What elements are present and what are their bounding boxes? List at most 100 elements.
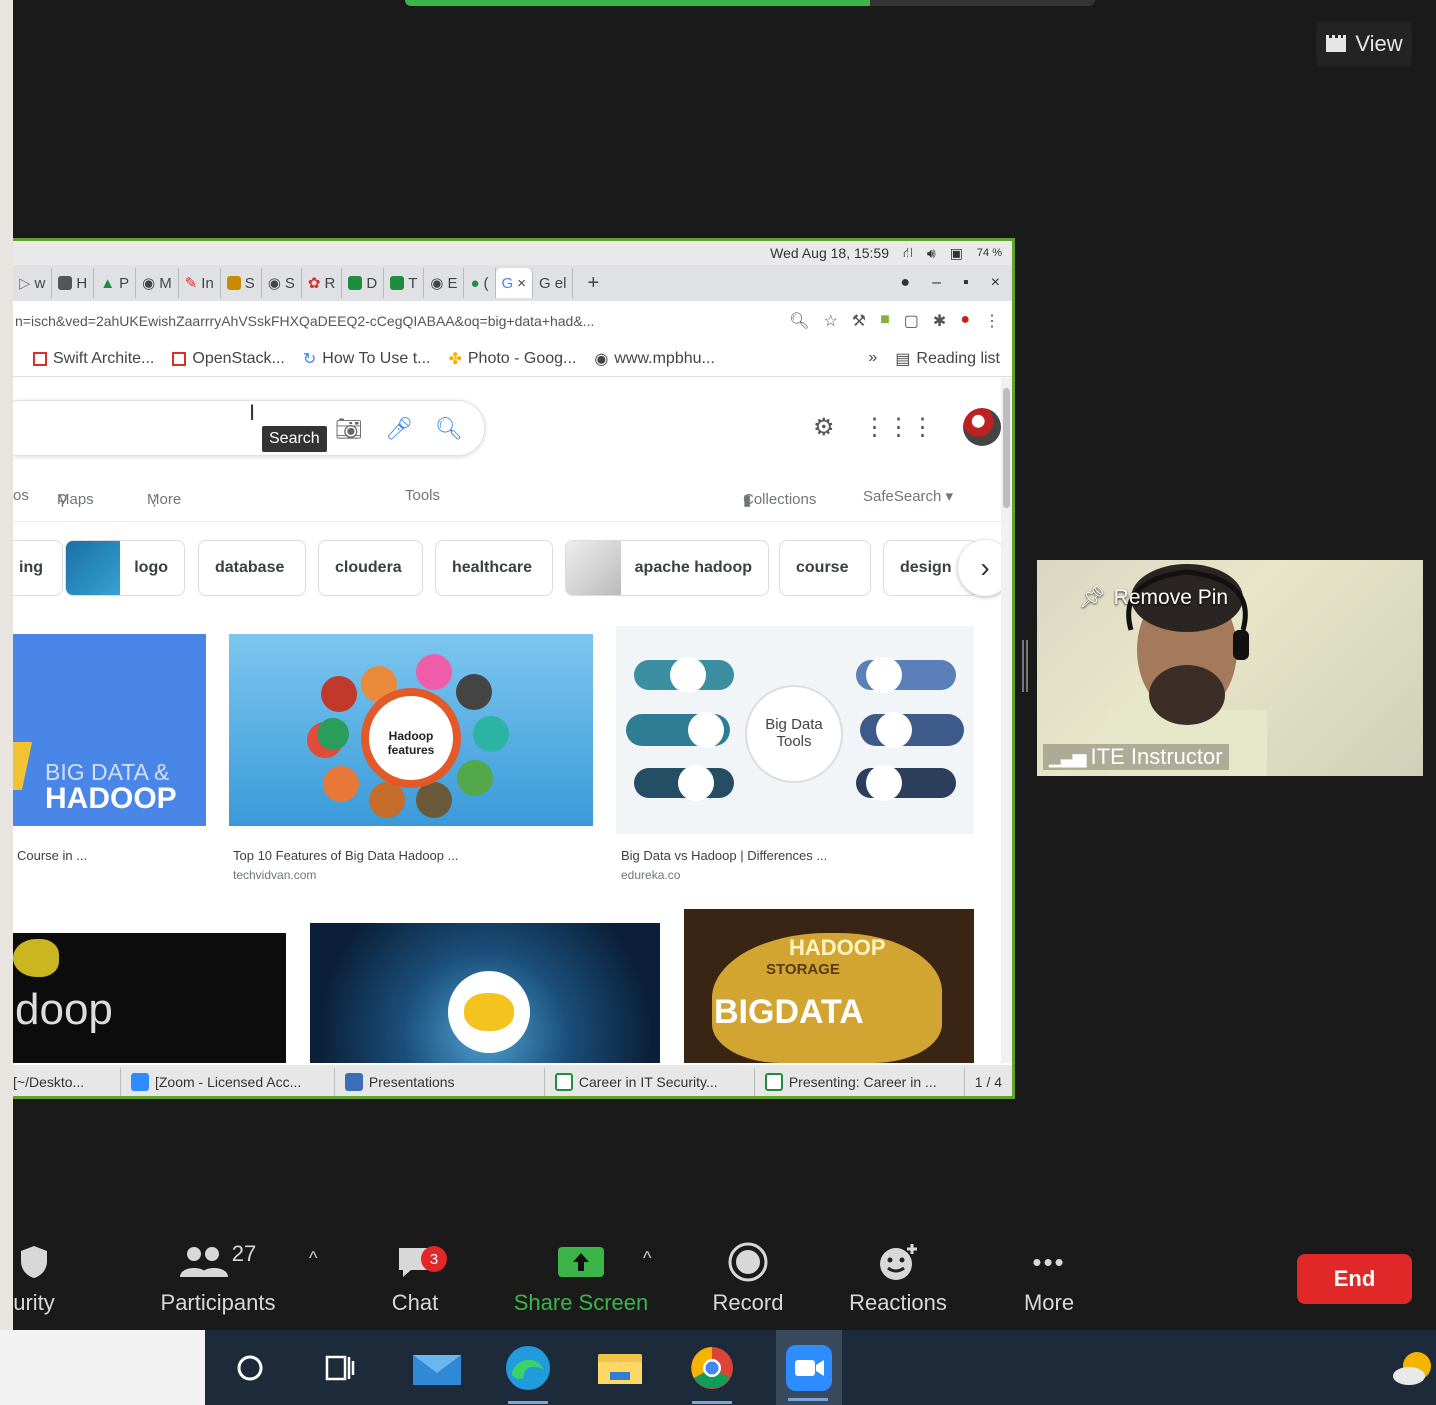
browser-tab[interactable]: T xyxy=(384,268,425,298)
minimize-icon[interactable]: – xyxy=(932,274,941,292)
result-caption[interactable]: Course in ... xyxy=(17,848,87,863)
extension-icon[interactable]: ⚒ xyxy=(852,311,866,331)
taskbar-window[interactable]: [~/Deskto... xyxy=(13,1068,121,1096)
share-caret-icon[interactable]: ^ xyxy=(643,1248,651,1269)
window-icon[interactable]: ▢ xyxy=(904,311,919,331)
chip[interactable]: apache hadoop xyxy=(565,540,769,596)
zoom-app-button[interactable] xyxy=(776,1330,842,1405)
participant-video[interactable]: 📌︎ Remove Pin ▁▃▅ ITE Instructor xyxy=(1037,560,1423,776)
edge-app-button[interactable] xyxy=(500,1342,556,1404)
chip[interactable]: logo xyxy=(65,540,185,596)
taskbar-window[interactable]: Presenting: Career in ... xyxy=(755,1068,965,1096)
browser-tab[interactable]: ◉ M xyxy=(136,268,179,298)
chip[interactable]: database xyxy=(198,540,306,596)
left-edge-strip xyxy=(0,0,13,1405)
new-tab-button[interactable]: + xyxy=(573,268,613,298)
result-image[interactable]: Hadoop features xyxy=(229,634,593,826)
nav-tools[interactable]: Tools xyxy=(405,487,440,504)
view-button[interactable]: View xyxy=(1316,22,1412,66)
chip[interactable]: ing xyxy=(13,540,63,596)
sharing-indicator-bar[interactable] xyxy=(405,0,1095,6)
participants-caret-icon[interactable]: ^ xyxy=(309,1248,317,1269)
result-caption[interactable]: Big Data vs Hadoop | Differences ... xyxy=(621,848,827,863)
bookmark-item[interactable]: Swift Archite... xyxy=(33,350,154,368)
bookmark-item[interactable]: ◉ www.mpbhu... xyxy=(594,349,714,369)
bookmarks-overflow-button[interactable]: » xyxy=(868,349,877,369)
bookmark-item[interactable]: ↻ How To Use t... xyxy=(303,349,431,369)
address-bar[interactable]: n=isch&ved=2ahUKEwishZaarrryAhVSskFHXQaD… xyxy=(13,301,1012,342)
search-icon[interactable]: 🔍︎ xyxy=(435,416,463,442)
browser-tab[interactable]: ●( xyxy=(464,268,496,298)
browser-tab[interactable]: G el xyxy=(533,268,574,298)
settings-gear-icon[interactable]: ⚙ xyxy=(813,413,835,442)
browser-tab[interactable]: ◉ E xyxy=(424,268,465,298)
participants-icon-wrap: 27 xyxy=(153,1240,283,1284)
puzzle-icon[interactable]: ✱ xyxy=(933,311,946,331)
result-image[interactable]: Big Data Tools xyxy=(616,626,974,834)
resize-handle[interactable] xyxy=(1022,640,1028,692)
workspace-indicator[interactable]: 1 / 4 xyxy=(965,1068,1012,1096)
profile-icon[interactable]: ● xyxy=(960,311,970,331)
reactions-button[interactable]: Reactions xyxy=(843,1240,953,1316)
chrome-icon xyxy=(691,1347,733,1389)
browser-tab[interactable]: ✿ R xyxy=(302,268,343,298)
more-button[interactable]: ••• More xyxy=(1013,1240,1085,1316)
page-scrollbar[interactable] xyxy=(1001,378,1012,1063)
taskbar-window[interactable]: Career in IT Security... xyxy=(545,1068,755,1096)
maximize-icon[interactable]: ▪ xyxy=(963,274,969,292)
end-meeting-button[interactable]: End xyxy=(1297,1254,1412,1304)
bookmark-item[interactable]: ✤ Photo - Goog... xyxy=(448,349,576,369)
chat-badge: 3 xyxy=(421,1246,447,1272)
browser-tab[interactable]: ▷ w xyxy=(13,268,53,298)
apps-grid-icon[interactable]: ⋮⋮⋮ xyxy=(863,413,935,442)
close-window-icon[interactable]: × xyxy=(991,274,1000,292)
bookmark-label: How To Use t... xyxy=(322,349,431,367)
weather-widget[interactable] xyxy=(1390,1342,1436,1394)
star-icon[interactable]: ☆ xyxy=(823,311,837,331)
participants-button[interactable]: 27 Participants xyxy=(153,1240,283,1316)
taskbar-window[interactable]: Presentations xyxy=(335,1068,545,1096)
result-image[interactable]: BIG DATA & HADOOP xyxy=(13,634,206,826)
bookmark-item[interactable]: OpenStack... xyxy=(172,350,285,368)
remove-pin-button[interactable]: 📌︎ Remove Pin xyxy=(1079,586,1228,610)
taskbar-search-area[interactable] xyxy=(0,1330,205,1405)
android-icon[interactable]: ■ xyxy=(880,311,890,331)
result-image[interactable]: HADOOP STORAGE BIGDATA xyxy=(684,909,974,1063)
chrome-app-button[interactable] xyxy=(684,1342,740,1404)
mail-app-button[interactable] xyxy=(409,1342,465,1394)
window-menu-icon[interactable]: ● xyxy=(900,274,910,292)
chip[interactable]: healthcare xyxy=(435,540,553,596)
task-view-button[interactable] xyxy=(312,1342,368,1394)
browser-tab-active[interactable]: G × xyxy=(495,268,533,298)
taskbar-window[interactable]: [Zoom - Licensed Acc... xyxy=(121,1068,335,1096)
scrollbar-thumb[interactable] xyxy=(1003,388,1010,508)
chip[interactable]: cloudera xyxy=(318,540,423,596)
browser-tab[interactable]: S xyxy=(221,268,262,298)
tab-close-icon[interactable]: × xyxy=(517,275,526,292)
result-image[interactable] xyxy=(310,923,660,1063)
zoom-icon[interactable]: 🔍︎ xyxy=(789,311,809,331)
share-screen-button[interactable]: Share Screen xyxy=(513,1240,649,1316)
account-avatar[interactable] xyxy=(962,408,1001,446)
browser-tab[interactable]: H xyxy=(52,268,95,298)
browser-tab[interactable]: ▲ P xyxy=(94,268,137,298)
file-explorer-button[interactable] xyxy=(592,1342,648,1394)
chip[interactable]: course xyxy=(779,540,871,596)
browser-tab[interactable]: ◉ S xyxy=(262,268,302,298)
cortana-button[interactable] xyxy=(222,1342,278,1394)
nav-partial-tab[interactable]: os xyxy=(13,487,29,504)
record-button[interactable]: Record xyxy=(703,1240,793,1316)
security-button[interactable]: urity xyxy=(0,1240,69,1316)
camera-icon[interactable]: 📷︎ xyxy=(335,416,363,442)
kebab-menu-icon[interactable]: ⋮ xyxy=(984,311,1000,331)
url-text[interactable]: n=isch&ved=2ahUKEwishZaarrryAhVSskFHXQaD… xyxy=(13,313,777,329)
browser-tab[interactable]: D xyxy=(342,268,385,298)
microphone-icon[interactable]: 🎤︎ xyxy=(385,416,413,442)
result-caption[interactable]: Top 10 Features of Big Data Hadoop ... xyxy=(233,848,458,863)
result-image[interactable]: doop xyxy=(13,933,286,1063)
browser-tab[interactable]: ✎ In xyxy=(179,268,221,298)
shared-screen[interactable]: Wed Aug 18, 15:59 ⛙ 🔊︎ ▣ 74 % ▷ w H ▲ P ◉ M… xyxy=(13,238,1015,1099)
nav-safesearch[interactable]: SafeSearch ▾ xyxy=(863,487,953,505)
reading-list-button[interactable]: ▤ Reading list xyxy=(895,349,1000,369)
chat-button[interactable]: 3 Chat xyxy=(375,1240,455,1316)
